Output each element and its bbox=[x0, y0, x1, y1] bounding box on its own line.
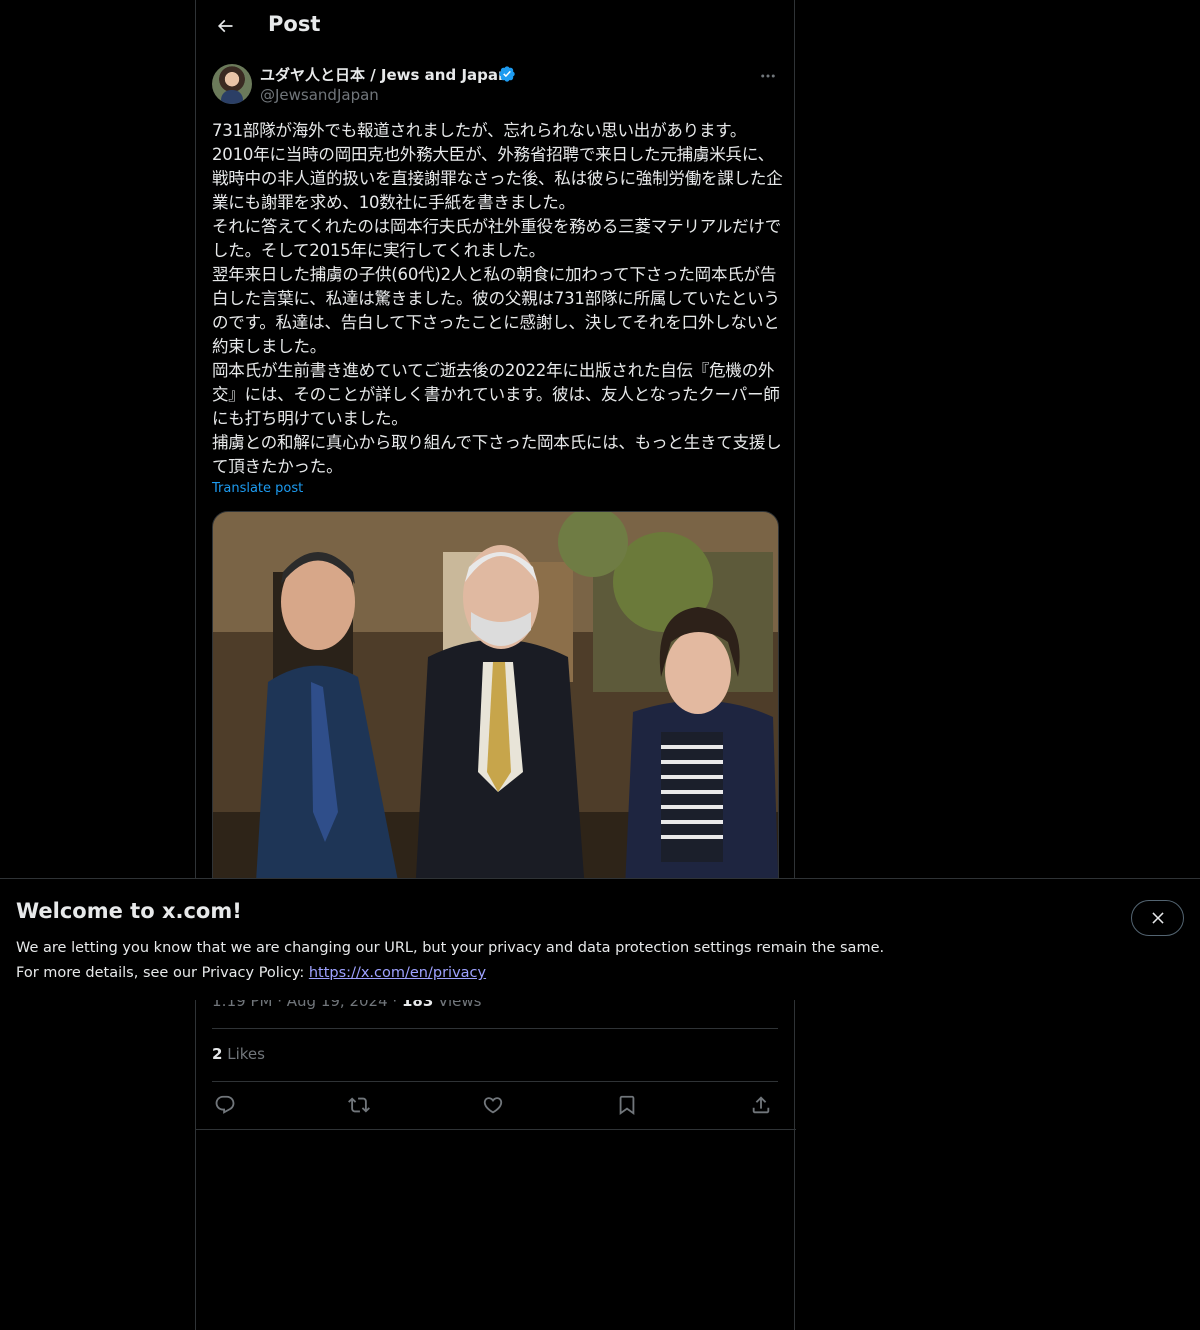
header: Post bbox=[196, 0, 794, 53]
like-button[interactable] bbox=[480, 1092, 506, 1118]
divider bbox=[196, 1129, 796, 1130]
repost-icon bbox=[348, 1097, 370, 1113]
post-actions bbox=[212, 1092, 778, 1118]
divider bbox=[212, 1081, 778, 1082]
likes-link[interactable]: 2 Likes bbox=[212, 1045, 265, 1063]
author-display-name[interactable]: ユダヤ人と日本 / Jews and Japan bbox=[260, 64, 509, 85]
privacy-policy-link[interactable]: https://x.com/en/privacy bbox=[309, 965, 486, 981]
photo-three-people bbox=[213, 512, 778, 930]
reply-button[interactable] bbox=[212, 1092, 238, 1118]
likes-label: Likes bbox=[227, 1045, 265, 1063]
reply-icon bbox=[215, 1095, 235, 1114]
avatar[interactable] bbox=[212, 64, 252, 104]
heart-icon bbox=[483, 1097, 503, 1114]
translate-post-link[interactable]: Translate post bbox=[212, 481, 303, 496]
page-title: Post bbox=[268, 12, 321, 36]
bookmark-button[interactable] bbox=[614, 1092, 640, 1118]
welcome-banner: Welcome to x.com! We are letting you kno… bbox=[0, 878, 1200, 1000]
post-author: ユダヤ人と日本 / Jews and Japan @JewsandJapan bbox=[212, 64, 780, 108]
author-handle[interactable]: @JewsandJapan bbox=[260, 86, 379, 104]
post-photo[interactable] bbox=[212, 511, 779, 931]
share-icon bbox=[752, 1096, 770, 1114]
repost-button[interactable] bbox=[346, 1092, 372, 1118]
banner-line-1: We are letting you know that we are chan… bbox=[16, 940, 885, 956]
likes-count: 2 bbox=[212, 1045, 223, 1063]
banner-title: Welcome to x.com! bbox=[16, 899, 242, 923]
banner-line-2: For more details, see our Privacy Policy… bbox=[16, 961, 884, 986]
close-icon bbox=[1151, 912, 1164, 924]
arrow-left-icon bbox=[217, 19, 233, 33]
divider bbox=[212, 1028, 778, 1029]
bookmark-icon bbox=[619, 1095, 635, 1116]
banner-line-2-prefix: For more details, see our Privacy Policy… bbox=[16, 965, 309, 981]
main-column: Post ユダヤ人と日本 / Jews and Japan @JewsandJa… bbox=[195, 0, 796, 1330]
back-button[interactable] bbox=[208, 9, 242, 43]
banner-text: We are letting you know that we are chan… bbox=[16, 936, 884, 986]
more-dots-icon bbox=[761, 74, 775, 78]
close-banner-button[interactable] bbox=[1131, 900, 1184, 936]
more-options-button[interactable] bbox=[756, 64, 780, 88]
share-button[interactable] bbox=[748, 1092, 774, 1118]
verified-badge-icon bbox=[499, 66, 515, 82]
post-text: 731部隊が海外でも報道されましたが、忘れられない思い出があります。 2010年… bbox=[212, 121, 783, 476]
